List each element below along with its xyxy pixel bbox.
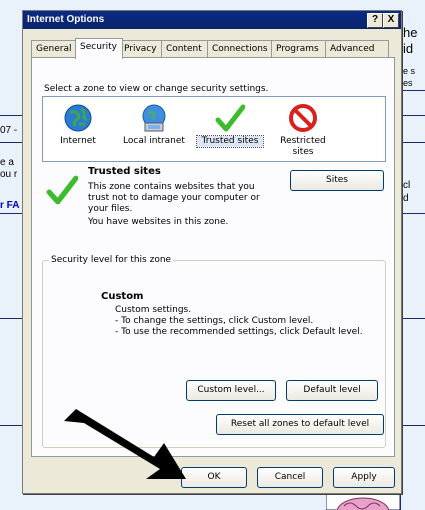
close-button[interactable]: X bbox=[383, 13, 399, 28]
zone-trusted-sites[interactable]: Trusted sites bbox=[196, 103, 264, 148]
zone-description-line: your files. bbox=[88, 204, 133, 214]
bg-divider bbox=[400, 213, 425, 214]
arrow-icon bbox=[64, 409, 186, 479]
bg-text-left-2: e a bbox=[0, 157, 14, 168]
tab-general[interactable]: General bbox=[31, 40, 79, 58]
zone-restricted-sites[interactable]: Restricted sites bbox=[275, 103, 331, 158]
zone-description-line: This zone contains websites that you bbox=[88, 182, 255, 192]
bg-text-right-2: id bbox=[403, 41, 414, 56]
intranet-icon bbox=[139, 103, 169, 133]
selected-zone-title: Trusted sites bbox=[88, 166, 161, 177]
zone-status: You have websites in this zone. bbox=[88, 217, 229, 227]
dialog-titlebar[interactable]: Internet Options ? X bbox=[23, 11, 401, 29]
bg-divider bbox=[0, 142, 22, 143]
tab-connections[interactable]: Connections bbox=[207, 40, 275, 58]
security-level-line: Custom settings. bbox=[115, 305, 192, 315]
checkmark-icon bbox=[215, 103, 246, 133]
reset-all-zones-button[interactable]: Reset all zones to default level bbox=[216, 414, 384, 435]
help-button[interactable]: ? bbox=[367, 13, 383, 28]
zone-prompt: Select a zone to view or change security… bbox=[44, 84, 269, 94]
custom-level-button[interactable]: Custom level... bbox=[186, 380, 276, 401]
bg-divider bbox=[0, 425, 22, 426]
restricted-icon bbox=[288, 103, 318, 133]
zone-internet[interactable]: Internet bbox=[53, 103, 103, 147]
zone-local-intranet[interactable]: Local intranet bbox=[117, 103, 191, 147]
sites-button[interactable]: Sites bbox=[290, 170, 384, 191]
bg-text-right-6: d bbox=[403, 193, 409, 204]
tab-security[interactable]: Security bbox=[75, 38, 123, 59]
bg-text-right-4: es bbox=[403, 78, 413, 88]
security-tab-panel: Select a zone to view or change security… bbox=[31, 57, 395, 457]
security-level-line: - To change the settings, click Custom l… bbox=[115, 316, 314, 326]
bg-divider bbox=[0, 318, 22, 319]
bg-divider bbox=[400, 318, 425, 319]
zone-label: Local intranet bbox=[123, 136, 185, 146]
bg-text-right-3: e s bbox=[403, 66, 416, 76]
zone-description-line: trust not to damage your computer or bbox=[88, 193, 260, 203]
security-level-legend: Security level for this zone bbox=[49, 255, 174, 265]
tab-advanced[interactable]: Advanced bbox=[325, 40, 389, 58]
bg-divider bbox=[0, 213, 22, 214]
bg-divider bbox=[400, 425, 425, 426]
bg-text-right-5: cl bbox=[403, 180, 411, 191]
tab-privacy[interactable]: Privacy bbox=[119, 40, 165, 58]
security-level-title: Custom bbox=[101, 291, 144, 302]
bg-divider bbox=[400, 90, 425, 91]
globe-icon bbox=[63, 103, 93, 133]
selected-zone-icon bbox=[46, 174, 79, 209]
bg-text-left-1: 07 - bbox=[0, 125, 18, 136]
bg-divider bbox=[400, 115, 425, 116]
bg-text-right-1: he bbox=[403, 25, 418, 40]
zone-label: Restricted sites bbox=[280, 136, 326, 157]
bg-text-left-3: ou r bbox=[0, 169, 18, 180]
bg-link-left[interactable]: r FA bbox=[0, 200, 19, 211]
cancel-button[interactable]: Cancel bbox=[257, 467, 323, 488]
zone-label: Internet bbox=[60, 136, 96, 146]
zone-list: Internet Local intranet Trusted sites Re… bbox=[42, 96, 386, 162]
security-level-line: - To use the recommended settings, click… bbox=[115, 327, 363, 337]
bg-divider bbox=[0, 115, 22, 116]
checkmark-icon bbox=[46, 175, 79, 205]
dialog-title: Internet Options bbox=[27, 14, 105, 25]
bg-divider bbox=[400, 142, 425, 143]
tab-programs[interactable]: Programs bbox=[271, 40, 329, 58]
apply-button[interactable]: Apply bbox=[333, 467, 395, 488]
default-level-button[interactable]: Default level bbox=[286, 380, 378, 401]
zone-label: Trusted sites bbox=[196, 135, 264, 148]
tab-content[interactable]: Content bbox=[161, 40, 211, 58]
